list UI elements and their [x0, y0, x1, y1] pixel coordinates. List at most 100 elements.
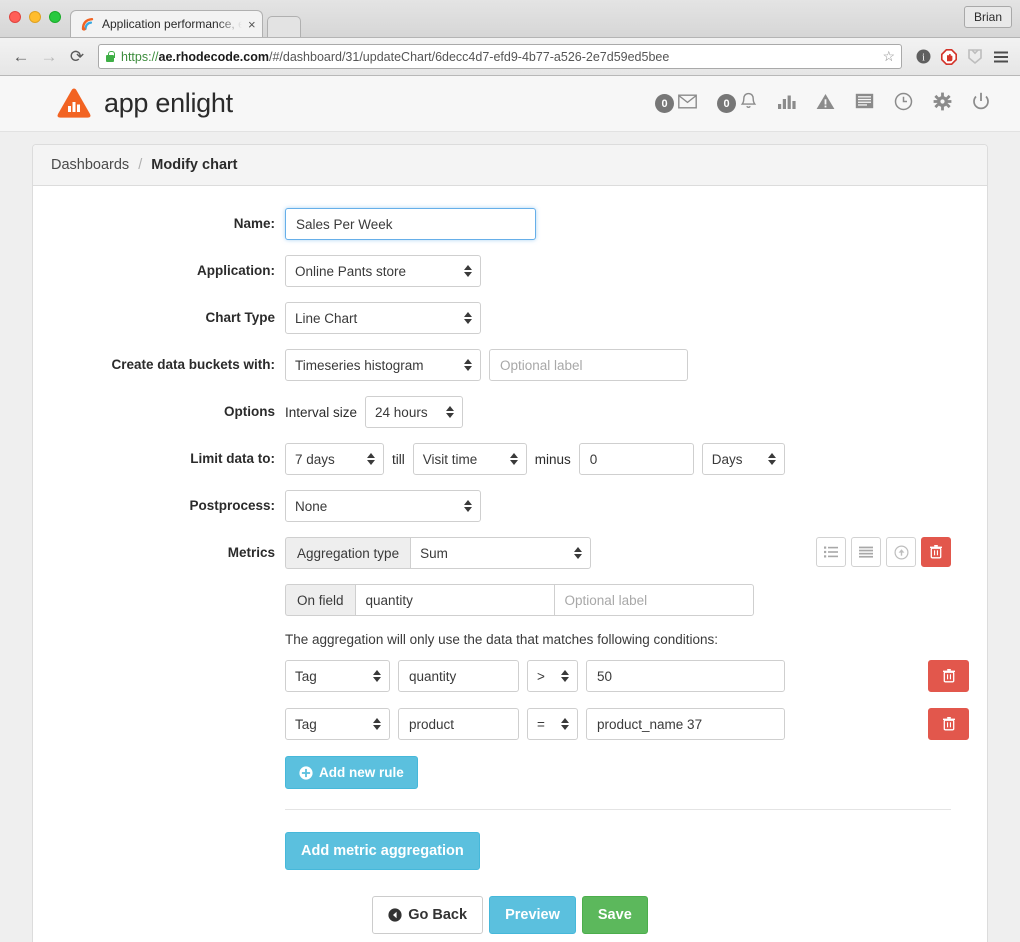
- chevron-updown-icon: [464, 500, 472, 512]
- reload-icon[interactable]: ⟳: [64, 44, 90, 70]
- chevron-updown-icon: [373, 670, 381, 682]
- close-tab-icon[interactable]: ×: [248, 18, 256, 31]
- metrics-details: On field The aggregation will only use t…: [33, 584, 987, 789]
- add-metric-aggregation-button[interactable]: Add metric aggregation: [285, 832, 480, 870]
- maximize-window-button[interactable]: [49, 11, 61, 23]
- delete-aggregation-button[interactable]: [921, 537, 951, 567]
- on-field-optional-label-input[interactable]: [553, 584, 754, 616]
- go-back-button[interactable]: Go Back: [372, 896, 484, 934]
- save-button[interactable]: Save: [581, 896, 648, 934]
- shield-badge-icon[interactable]: [964, 46, 986, 68]
- window-controls[interactable]: [9, 11, 61, 23]
- add-metric-aggregation-label: Add metric aggregation: [301, 843, 464, 859]
- back-icon[interactable]: ←: [8, 44, 34, 70]
- interval-size-value: 24 hours: [375, 404, 428, 420]
- aggregation-type-value: Sum: [420, 545, 448, 561]
- messages-indicator[interactable]: 0: [655, 94, 697, 114]
- options-label: Options: [224, 404, 275, 419]
- app-brand[interactable]: app enlight: [56, 87, 233, 120]
- data-buckets-select[interactable]: Timeseries histogram: [285, 349, 481, 381]
- add-new-rule-button[interactable]: Add new rule: [285, 756, 418, 789]
- notifications-indicator[interactable]: 0: [717, 92, 757, 115]
- modify-chart-card: Dashboards / Modify chart Name: Applica: [32, 144, 988, 942]
- app-brand-name: app enlight: [104, 88, 233, 118]
- chevron-updown-icon: [464, 265, 472, 277]
- preview-label: Preview: [505, 907, 560, 923]
- condition-operator-select[interactable]: >: [527, 660, 578, 692]
- gear-icon[interactable]: [933, 92, 952, 116]
- move-up-circle-button[interactable]: [886, 537, 916, 567]
- bookmark-star-icon[interactable]: ☆: [876, 48, 895, 65]
- condition-source-select[interactable]: Tag: [285, 708, 390, 740]
- address-bar[interactable]: https://ae.rhodecode.com/#/dashboard/31/…: [98, 44, 902, 69]
- on-field-addon: On field: [285, 584, 355, 616]
- chevron-updown-icon: [561, 670, 569, 682]
- form-actions: Go Back Preview Save: [33, 870, 987, 942]
- form-row-data-buckets: Create data buckets with: Timeseries his…: [33, 349, 987, 381]
- condition-operator-select[interactable]: =: [527, 708, 578, 740]
- application-select-value: Online Pants store: [295, 263, 407, 279]
- condition-source-select[interactable]: Tag: [285, 660, 390, 692]
- messages-count-badge: 0: [655, 94, 674, 113]
- minus-label: minus: [534, 451, 571, 467]
- application-viewport: app enlight 0 0 Dashboards / Modify char…: [0, 76, 1020, 942]
- chevron-updown-icon: [574, 547, 583, 559]
- chart-form: Name: Application: Online Pants store: [33, 186, 987, 942]
- condition-field-input[interactable]: [398, 708, 519, 740]
- new-tab-button[interactable]: [266, 16, 301, 37]
- browser-menu-icon[interactable]: [990, 46, 1012, 68]
- minus-unit-select[interactable]: Days: [701, 443, 785, 475]
- application-label: Application:: [197, 263, 275, 278]
- charts-icon[interactable]: [777, 93, 796, 115]
- form-row-name: Name:: [33, 208, 987, 240]
- condition-field-input[interactable]: [398, 660, 519, 692]
- browser-tab-active[interactable]: Application performance, e ×: [70, 10, 263, 37]
- data-buckets-optional-label-input[interactable]: [489, 349, 688, 381]
- chart-type-select[interactable]: Line Chart: [285, 302, 481, 334]
- alerts-warning-icon[interactable]: [816, 93, 835, 115]
- notifications-count-badge: 0: [717, 94, 736, 113]
- chevron-updown-icon: [464, 359, 472, 371]
- limit-range-select[interactable]: 7 days: [285, 443, 384, 475]
- postprocess-select[interactable]: None: [285, 490, 481, 522]
- info-circle-icon[interactable]: i: [912, 46, 934, 68]
- browser-tab-title: Application performance, e: [102, 17, 242, 31]
- postprocess-select-value: None: [295, 498, 328, 514]
- till-select[interactable]: Visit time: [412, 443, 527, 475]
- name-label: Name:: [233, 216, 275, 231]
- preview-button[interactable]: Preview: [489, 896, 576, 934]
- form-row-application: Application: Online Pants store: [33, 255, 987, 287]
- logs-list-icon[interactable]: [855, 93, 874, 114]
- align-lines-button[interactable]: [851, 537, 881, 567]
- chevron-updown-icon: [367, 453, 375, 465]
- minimize-window-button[interactable]: [29, 11, 41, 23]
- plus-circle-icon: [299, 765, 313, 780]
- minus-amount-input[interactable]: [578, 443, 694, 475]
- breadcrumb-separator: /: [138, 157, 143, 173]
- browser-window: Application performance, e × Brian ← → ⟳…: [0, 0, 1020, 942]
- browser-profile-button[interactable]: Brian: [963, 6, 1012, 28]
- interval-size-select[interactable]: 24 hours: [365, 396, 464, 428]
- adblock-octagon-icon[interactable]: [938, 46, 960, 68]
- logout-power-icon[interactable]: [972, 92, 990, 116]
- close-window-button[interactable]: [9, 11, 21, 23]
- application-select[interactable]: Online Pants store: [285, 255, 481, 287]
- list-view-button[interactable]: [816, 537, 846, 567]
- condition-value-input[interactable]: [586, 660, 785, 692]
- on-field-input[interactable]: [354, 584, 554, 616]
- delete-condition-button[interactable]: [928, 660, 969, 692]
- aggregation-type-select[interactable]: Sum: [410, 537, 592, 569]
- address-bar-url: https://ae.rhodecode.com/#/dashboard/31/…: [121, 50, 669, 64]
- app-enlight-favicon-icon: [81, 17, 97, 31]
- chart-name-input[interactable]: [285, 208, 536, 240]
- delete-condition-button[interactable]: [928, 708, 969, 740]
- breadcrumb-dashboards-link[interactable]: Dashboards: [51, 157, 129, 173]
- metrics-toolbar: [816, 537, 987, 567]
- browser-extensions: i: [912, 46, 1012, 68]
- url-host: ae.rhodecode.com: [158, 49, 269, 64]
- condition-value-input[interactable]: [586, 708, 785, 740]
- forward-icon[interactable]: →: [36, 44, 62, 70]
- clock-icon[interactable]: [894, 92, 913, 116]
- till-select-value: Visit time: [422, 451, 478, 467]
- condition-row: Tag =: [285, 708, 987, 740]
